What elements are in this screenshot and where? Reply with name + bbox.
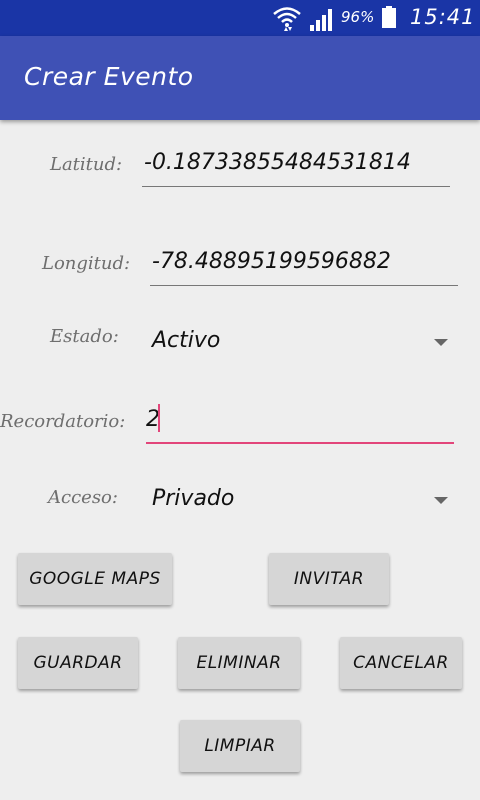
page-title: Crear Evento: [24, 62, 194, 91]
acceso-value: Privado: [152, 486, 235, 511]
signal-icon: [310, 9, 332, 31]
recordatorio-underline: [146, 442, 454, 444]
latitud-underline: [142, 186, 450, 187]
eliminar-button[interactable]: ELIMINAR: [178, 637, 300, 689]
estado-label: Estado:: [50, 326, 119, 347]
wifi-icon: [273, 7, 301, 31]
longitud-underline: [150, 285, 458, 286]
cancelar-button[interactable]: CANCELAR: [340, 637, 462, 689]
text-cursor: [158, 404, 160, 432]
invitar-button[interactable]: INVITAR: [269, 553, 389, 605]
battery-percent: 96%: [341, 8, 375, 26]
estado-value: Activo: [152, 328, 221, 353]
google-maps-button[interactable]: GOOGLE MAPS: [18, 553, 172, 605]
latitud-field[interactable]: -0.18733855484531814: [144, 150, 411, 175]
guardar-button[interactable]: GUARDAR: [18, 637, 138, 689]
dropdown-arrow-icon: [434, 497, 448, 504]
acceso-label: Acceso:: [48, 487, 118, 508]
latitud-label: Latitud:: [50, 154, 123, 175]
longitud-label: Longitud:: [42, 253, 131, 274]
estado-select[interactable]: Activo: [146, 322, 456, 364]
clock: 15:41: [410, 5, 476, 29]
limpiar-button[interactable]: LIMPIAR: [180, 720, 300, 772]
longitud-field[interactable]: -78.48895199596882: [152, 249, 391, 274]
status-bar: 96% 15:41: [0, 0, 480, 36]
recordatorio-label: Recordatorio:: [0, 411, 126, 432]
app-bar: Crear Evento: [0, 36, 480, 120]
battery-icon: [382, 6, 396, 28]
dropdown-arrow-icon: [434, 339, 448, 346]
acceso-select[interactable]: Privado: [146, 480, 456, 522]
